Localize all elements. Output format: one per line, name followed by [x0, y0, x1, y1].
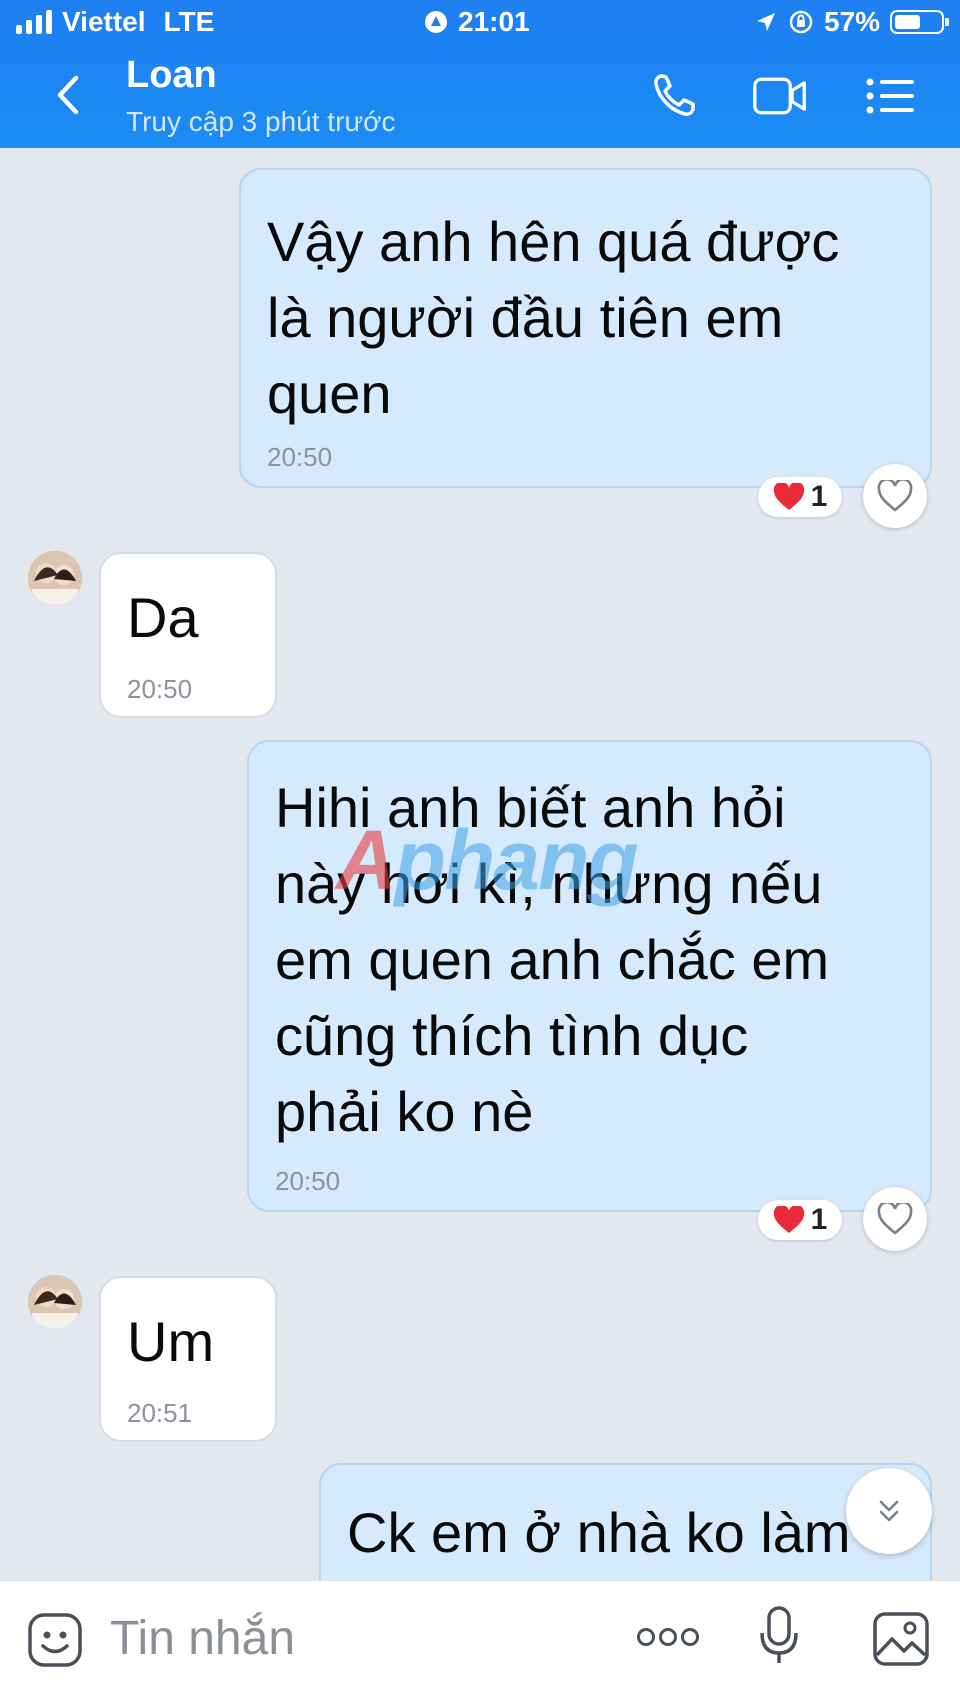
message-line: là người đầu tiên em: [267, 286, 784, 349]
message-bubble-received[interactable]: Um 20:51: [99, 1276, 277, 1442]
contact-photo: [28, 551, 82, 605]
message-bubble-sent[interactable]: Hihi anh biết anh hỏi này hơi kì, nhưng …: [247, 740, 932, 1212]
clock: 21:01: [458, 6, 530, 37]
message-text: Vậy anh hên quá được là người đầu tiên e…: [267, 204, 839, 432]
message-time: 20:50: [267, 442, 333, 472]
message-line: quen: [267, 362, 392, 425]
message-text: Ck em ở nhà ko làm: [347, 1501, 851, 1564]
chat-header: Loan Truy cập 3 phút trước: [0, 48, 960, 148]
message-bubble-sent[interactable]: Vậy anh hên quá được là người đầu tiên e…: [239, 168, 932, 488]
message-input[interactable]: Tin nhắn: [110, 1611, 295, 1666]
sticker-icon[interactable]: [26, 1611, 84, 1669]
network-label: LTE: [163, 6, 215, 37]
heart-reaction-icon: [773, 1206, 804, 1233]
message-text: Um: [127, 1310, 215, 1373]
status-left: Viettel LTE: [16, 6, 214, 38]
reaction-count: 1: [810, 1203, 828, 1236]
image-icon[interactable]: [872, 1611, 930, 1667]
more-dots-icon[interactable]: [636, 1625, 700, 1649]
message-time: 20:51: [127, 1398, 193, 1428]
reaction-badge[interactable]: 1: [758, 477, 842, 517]
contact-photo: [28, 1275, 82, 1329]
reaction-count: 1: [810, 480, 828, 513]
status-center: 21:01: [424, 6, 530, 38]
contact-name[interactable]: Loan: [126, 54, 217, 97]
status-right: 57%: [754, 6, 949, 38]
message-line: em quen anh chắc em: [275, 928, 830, 991]
status-bar: Viettel LTE 21:01 57%: [0, 0, 960, 48]
presence-status: Truy cập 3 phút trước: [126, 106, 396, 137]
phone-icon[interactable]: [648, 70, 704, 122]
like-button[interactable]: [863, 1187, 927, 1251]
back-chevron-icon[interactable]: [48, 70, 88, 120]
message-time: 20:50: [127, 674, 193, 704]
avatar[interactable]: [28, 1275, 82, 1329]
heart-outline-icon: [877, 1203, 913, 1235]
battery-fill: [895, 15, 920, 29]
battery-icon: [890, 10, 949, 34]
message-bubble-received[interactable]: Da 20:50: [99, 552, 277, 718]
menu-list-icon[interactable]: [864, 70, 920, 122]
heart-outline-icon: [877, 480, 913, 512]
battery-percent: 57%: [823, 6, 880, 37]
like-button[interactable]: [863, 464, 927, 528]
avatar[interactable]: [28, 551, 82, 605]
message-line: cũng thích tình dục: [275, 1004, 749, 1067]
watermark: Aphang: [336, 813, 639, 907]
carrier-label: Viettel: [62, 6, 146, 37]
message-line: Vậy anh hên quá được: [267, 210, 840, 273]
message-time: 20:50: [275, 1166, 341, 1196]
signal-strength-icon: [16, 10, 52, 34]
message-composer: Tin nhắn: [0, 1580, 960, 1708]
airplay-icon: [425, 11, 447, 33]
rotation-lock-icon: [789, 10, 813, 34]
video-call-icon[interactable]: [752, 70, 808, 122]
scroll-to-bottom-button[interactable]: [846, 1468, 932, 1554]
microphone-icon[interactable]: [758, 1605, 800, 1667]
location-arrow-icon: [756, 13, 775, 31]
top-bar: Viettel LTE 21:01 57% Loan Truy cập 3 ph…: [0, 0, 960, 148]
double-chevron-down-icon: [879, 1500, 899, 1522]
message-text: Da: [127, 586, 199, 649]
message-line: phải ko nè: [275, 1080, 534, 1143]
heart-reaction-icon: [773, 483, 804, 510]
reaction-badge[interactable]: 1: [758, 1200, 842, 1240]
